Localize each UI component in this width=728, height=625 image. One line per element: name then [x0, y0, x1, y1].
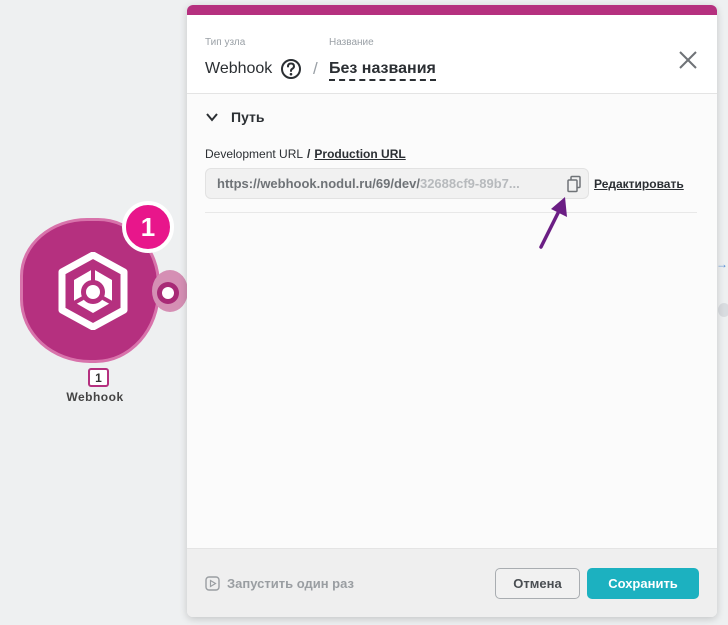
edit-url-link[interactable]: Редактировать [594, 177, 684, 191]
panel-footer: Запустить один раз Отмена Сохранить [187, 548, 717, 617]
run-once-button[interactable]: Запустить один раз [205, 576, 354, 591]
tab-development-url[interactable]: Development URL [205, 147, 303, 161]
url-token-text: 32688cf9-89b7... [419, 176, 520, 191]
path-section-toggle[interactable]: Путь [205, 109, 264, 125]
workflow-canvas[interactable]: 1 1 Webhook → Тип узла Название Webhook … [0, 0, 728, 625]
panel-body: Путь Development URL / Production URL http… [187, 95, 717, 548]
node-name-label-caption: Название [329, 37, 374, 48]
url-tabs: Development URL / Production URL [205, 147, 406, 161]
run-once-label: Запустить один раз [227, 576, 354, 591]
node-type-value: Webhook [205, 60, 273, 77]
edge-handle[interactable] [718, 303, 728, 317]
play-icon [205, 576, 220, 591]
node-index: 1 [88, 368, 109, 387]
chevron-down-icon [206, 113, 218, 122]
node-badge: 1 [122, 201, 174, 253]
panel-accent-bar [187, 5, 717, 15]
webhook-hexagon-icon [58, 252, 128, 330]
url-base-text: https://webhook.nodul.ru/69/dev/ [217, 176, 420, 191]
section-divider [205, 212, 697, 213]
panel-header: Тип узла Название Webhook / Без названия [187, 15, 717, 94]
url-tab-separator: / [307, 147, 311, 161]
node-settings-panel: Тип узла Название Webhook / Без названия… [187, 5, 717, 617]
node-name-label: Webhook [66, 390, 124, 404]
pointer-arrow-icon [539, 197, 567, 249]
edge-arrow-icon: → [716, 257, 728, 271]
header-separator: / [313, 59, 318, 78]
close-icon[interactable] [677, 49, 699, 71]
node-output-port[interactable] [157, 282, 179, 304]
tab-production-url[interactable]: Production URL [314, 147, 405, 161]
save-button[interactable]: Сохранить [587, 568, 699, 599]
node-type-label: Тип узла [205, 37, 246, 48]
question-circle-icon[interactable] [280, 58, 302, 80]
path-section-title: Путь [231, 109, 265, 125]
node-name-editable[interactable]: Без названия [329, 60, 436, 81]
copy-icon[interactable] [566, 175, 582, 193]
cancel-button[interactable]: Отмена [495, 568, 580, 599]
